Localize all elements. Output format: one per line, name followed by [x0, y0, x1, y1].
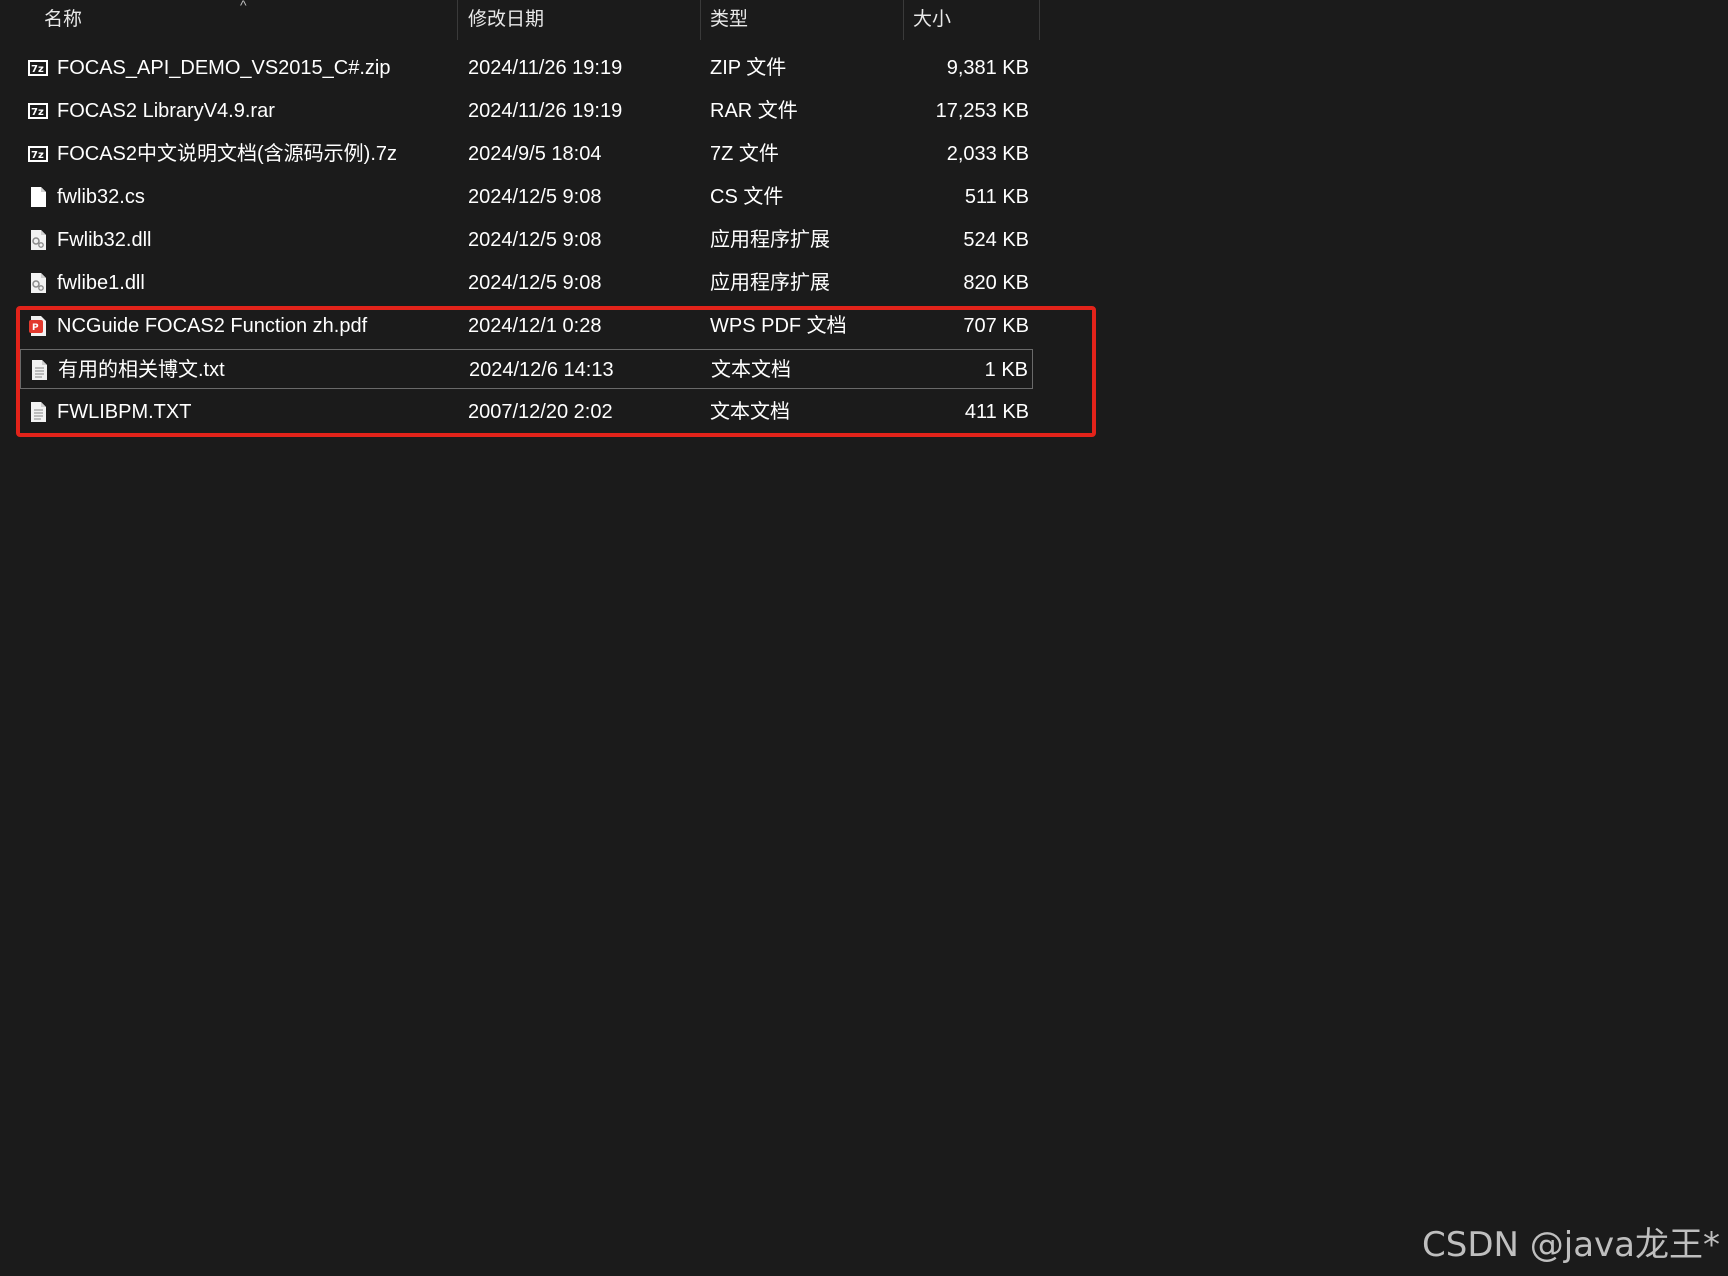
file-name: 有用的相关博文.txt: [58, 359, 225, 381]
file-size: 17,253 KB: [935, 100, 1029, 122]
svg-text:7z: 7z: [31, 150, 44, 161]
file-type: 应用程序扩展: [710, 272, 830, 294]
svg-text:7z: 7z: [31, 64, 44, 75]
file-name: fwlibe1.dll: [57, 272, 145, 294]
file-type: ZIP 文件: [710, 57, 787, 79]
file-date: 2024/9/5 18:04: [468, 143, 602, 165]
column-divider[interactable]: [903, 0, 904, 40]
file-type: 7Z 文件: [710, 143, 779, 165]
file-date: 2007/12/20 2:02: [468, 401, 613, 423]
7z-archive-icon: 7z: [28, 146, 48, 162]
file-name: FWLIBPM.TXT: [57, 401, 192, 423]
file-name: FOCAS2 LibraryV4.9.rar: [57, 100, 275, 122]
file-size: 2,033 KB: [946, 143, 1029, 165]
file-row[interactable]: fwlib32.cs 2024/12/5 9:08 CS 文件 511 KB: [20, 177, 1033, 217]
file-type: 文本文档: [710, 401, 790, 423]
csdn-watermark: CSDN @java龙王*: [1422, 1225, 1720, 1265]
file-explorer-window: ^ 名称 修改日期 类型 大小 7z FOCAS_API_DEMO_VS2015…: [0, 0, 1728, 1276]
file-row[interactable]: 7z FOCAS2 LibraryV4.9.rar 2024/11/26 19:…: [20, 91, 1033, 131]
column-divider[interactable]: [457, 0, 458, 40]
file-date: 2024/12/1 0:28: [468, 315, 602, 337]
file-date: 2024/11/26 19:19: [468, 100, 623, 122]
dll-file-icon: [31, 230, 46, 250]
file-date: 2024/12/6 14:13: [469, 359, 614, 381]
file-type: 应用程序扩展: [710, 229, 830, 251]
column-divider[interactable]: [700, 0, 701, 40]
file-date: 2024/12/5 9:08: [468, 229, 602, 251]
column-header-date[interactable]: 修改日期: [468, 0, 544, 40]
file-row[interactable]: 7z FOCAS_API_DEMO_VS2015_C#.zip 2024/11/…: [20, 48, 1033, 88]
file-date: 2024/12/5 9:08: [468, 186, 602, 208]
text-file-icon: [32, 360, 47, 380]
file-name: NCGuide FOCAS2 Function zh.pdf: [57, 315, 368, 337]
file-row[interactable]: Fwlib32.dll 2024/12/5 9:08 应用程序扩展 524 KB: [20, 220, 1033, 260]
column-header-bar: ^ 名称 修改日期 类型 大小: [0, 0, 1040, 40]
file-row[interactable]: FWLIBPM.TXT 2007/12/20 2:02 文本文档 411 KB: [20, 392, 1033, 432]
file-type: 文本文档: [711, 359, 791, 381]
file-size: 511 KB: [964, 186, 1029, 208]
7z-archive-icon: 7z: [28, 60, 48, 76]
text-file-icon: [31, 402, 46, 422]
column-header-size[interactable]: 大小: [913, 0, 951, 40]
file-type: CS 文件: [710, 186, 784, 208]
file-size: 411 KB: [964, 401, 1029, 423]
file-size: 820 KB: [963, 272, 1029, 294]
column-header-type[interactable]: 类型: [710, 0, 748, 40]
file-date: 2024/11/26 19:19: [468, 57, 623, 79]
file-size: 707 KB: [963, 315, 1029, 337]
svg-text:7z: 7z: [31, 107, 44, 118]
sort-ascending-icon: ^: [240, 0, 247, 13]
file-row[interactable]: 有用的相关博文.txt 2024/12/6 14:13 文本文档 1 KB: [20, 349, 1033, 389]
column-header-name[interactable]: 名称: [44, 0, 82, 40]
blank-file-icon: [31, 187, 46, 207]
file-row[interactable]: fwlibe1.dll 2024/12/5 9:08 应用程序扩展 820 KB: [20, 263, 1033, 303]
file-size: 9,381 KB: [946, 57, 1029, 79]
file-name: FOCAS2中文说明文档(含源码示例).7z: [57, 143, 398, 165]
pdf-file-icon: P: [29, 316, 46, 336]
file-row[interactable]: P NCGuide FOCAS2 Function zh.pdf 2024/12…: [20, 306, 1033, 346]
file-date: 2024/12/5 9:08: [468, 272, 602, 294]
7z-archive-icon: 7z: [28, 103, 48, 119]
file-name: fwlib32.cs: [57, 186, 145, 208]
file-type: WPS PDF 文档: [710, 315, 847, 337]
file-name: FOCAS_API_DEMO_VS2015_C#.zip: [57, 57, 391, 79]
dll-file-icon: [31, 273, 46, 293]
file-type: RAR 文件: [710, 100, 798, 122]
file-name: Fwlib32.dll: [57, 229, 152, 251]
svg-text:P: P: [32, 323, 39, 333]
column-divider[interactable]: [1039, 0, 1040, 40]
file-size: 524 KB: [963, 229, 1029, 251]
file-size: 1 KB: [984, 359, 1028, 381]
file-row[interactable]: 7z FOCAS2中文说明文档(含源码示例).7z 2024/9/5 18:04…: [20, 134, 1033, 174]
